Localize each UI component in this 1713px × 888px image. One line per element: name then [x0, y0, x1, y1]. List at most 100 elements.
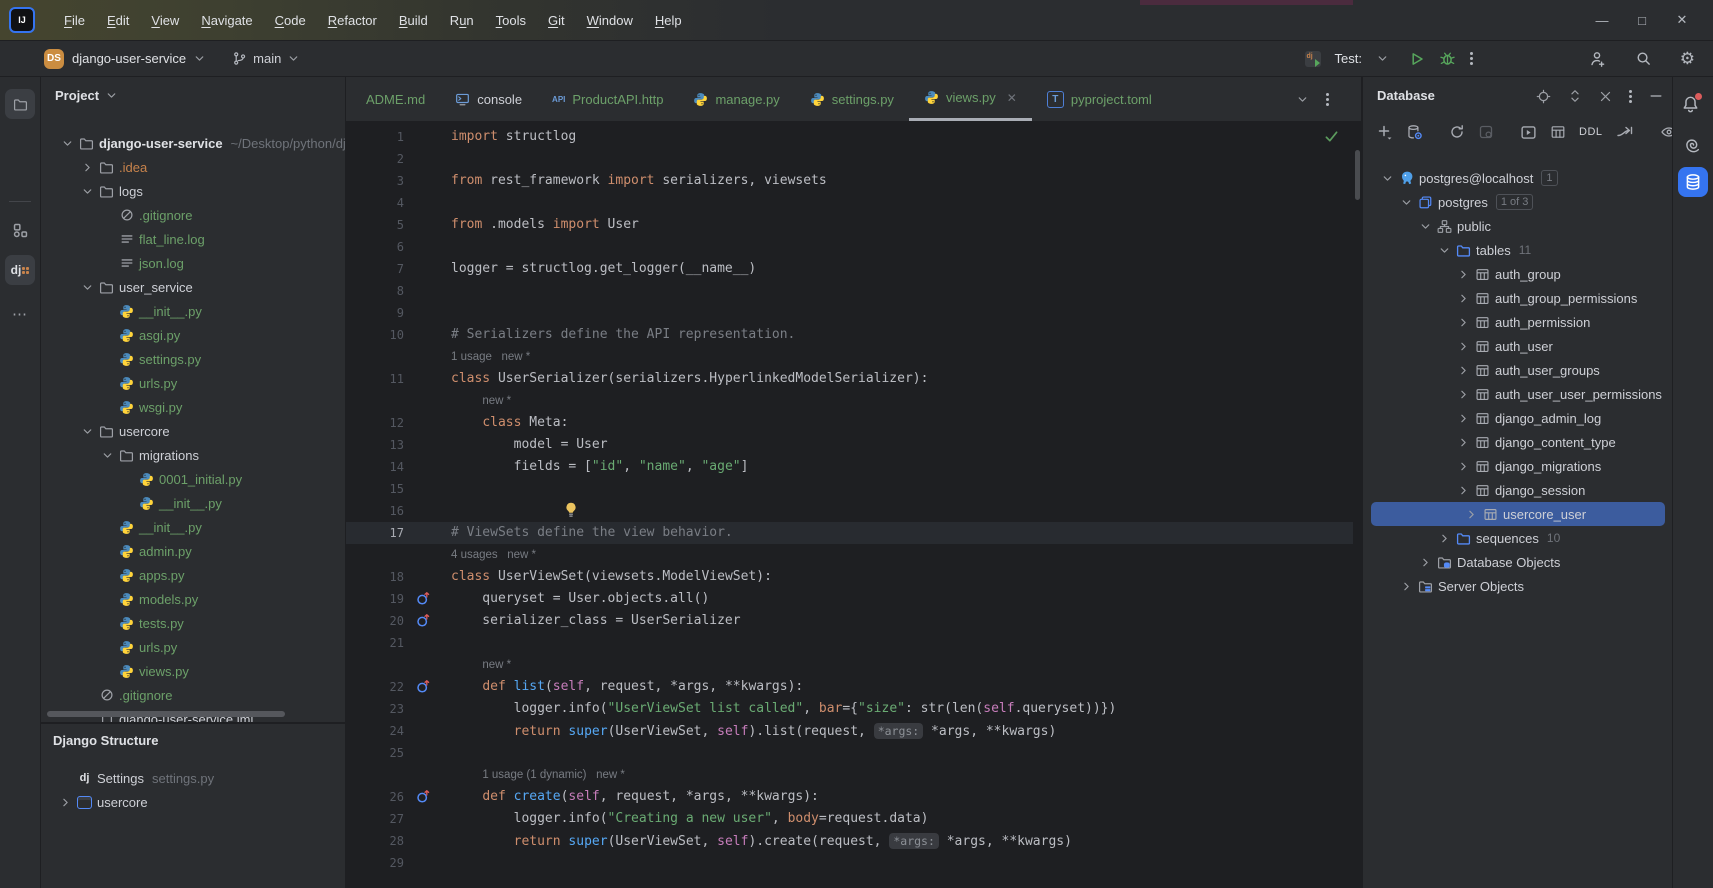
locate-icon[interactable]: [1536, 89, 1551, 104]
code-line-10[interactable]: 10 # Serializers define the API represent…: [346, 324, 1353, 346]
project-item-gitignore[interactable]: .gitignore: [41, 203, 345, 227]
code-line-6[interactable]: 6: [346, 236, 1353, 258]
tab-manage-py[interactable]: manage.py: [678, 77, 794, 121]
override-gutter-icon[interactable]: [416, 679, 430, 694]
project-item-tests-py[interactable]: tests.py: [41, 611, 345, 635]
code-line-12[interactable]: 12 class Meta:: [346, 412, 1353, 434]
menu-view[interactable]: View: [142, 10, 188, 31]
django-item-settings[interactable]: dj Settings settings.py: [41, 766, 345, 790]
chevron-right-icon[interactable]: [1454, 484, 1473, 497]
db-item-django-content-type[interactable]: django_content_type: [1363, 430, 1673, 454]
horizontal-scrollbar[interactable]: [47, 711, 285, 717]
tab-productapi-http[interactable]: API ProductAPI.http: [537, 77, 678, 121]
project-avatar[interactable]: DS: [44, 48, 64, 69]
code-line-2[interactable]: 2: [346, 148, 1353, 170]
db-item-public[interactable]: public: [1363, 214, 1673, 238]
chevron-right-icon[interactable]: [1462, 508, 1481, 521]
usages-hint[interactable]: new *: [482, 390, 511, 412]
chevron-right-icon[interactable]: [1435, 532, 1454, 545]
chevron-right-icon[interactable]: [1454, 412, 1473, 425]
project-item-usercore[interactable]: usercore: [41, 419, 345, 443]
code-line-27[interactable]: 27 logger.info("Creating a new user", bo…: [346, 808, 1353, 830]
chevron-right-icon[interactable]: [1454, 292, 1473, 305]
menu-refactor[interactable]: Refactor: [319, 10, 386, 31]
project-panel-header[interactable]: Project: [41, 77, 345, 113]
chevron-down-icon[interactable]: [98, 449, 117, 462]
db-item-auth-user-groups[interactable]: auth_user_groups: [1363, 358, 1673, 382]
code-line-11[interactable]: 11 class UserSerializer(serializers.Hyper…: [346, 368, 1353, 390]
code-editor[interactable]: 1 import structlog 2 3 from rest_framework i…: [346, 122, 1353, 888]
window-maximize-button[interactable]: □: [1635, 13, 1649, 28]
chevron-right-icon[interactable]: [1454, 340, 1473, 353]
project-item-json-log[interactable]: json.log: [41, 251, 345, 275]
run-config-icon[interactable]: dj: [1304, 50, 1321, 67]
code-line-28[interactable]: 28 return super(UserViewSet, self).creat…: [346, 830, 1353, 852]
chevron-down-icon[interactable]: [1376, 52, 1389, 65]
menu-navigate[interactable]: Navigate: [192, 10, 261, 31]
add-user-icon[interactable]: [1589, 50, 1607, 68]
usages-hint[interactable]: 1 usage (1 dynamic) new *: [482, 764, 625, 786]
code-line-18[interactable]: 18 class UserViewSet(viewsets.ModelViewSe…: [346, 566, 1353, 588]
tab-options-icon[interactable]: [1326, 92, 1329, 106]
code-line-3[interactable]: 3 from rest_framework import serializers,…: [346, 170, 1353, 192]
project-item-migrations[interactable]: migrations: [41, 443, 345, 467]
code-line-5[interactable]: 5 from .models import User: [346, 214, 1353, 236]
run-config-name[interactable]: Test:: [1335, 51, 1362, 66]
chevron-right-icon[interactable]: [1454, 364, 1473, 377]
chevron-right-icon[interactable]: [78, 161, 97, 174]
chevron-down-icon[interactable]: [78, 281, 97, 294]
code-line-22[interactable]: 22 def list(self, request, *args, **kwar…: [346, 676, 1353, 698]
window-close-button[interactable]: ✕: [1675, 12, 1689, 28]
cancel-button[interactable]: [1478, 124, 1494, 140]
chevron-down-icon[interactable]: [1416, 220, 1435, 233]
db-item-auth-user[interactable]: auth_user: [1363, 334, 1673, 358]
menu-tools[interactable]: Tools: [487, 10, 535, 31]
db-item-postgres-localhost[interactable]: postgres@localhost 1: [1363, 166, 1673, 190]
code-line-29[interactable]: 29: [346, 852, 1353, 874]
db-item-database-objects[interactable]: Database Objects: [1363, 550, 1673, 574]
project-item-views-py[interactable]: views.py: [41, 659, 345, 683]
tab-list-chevron-icon[interactable]: [1296, 93, 1309, 106]
tab-console[interactable]: console: [440, 77, 537, 121]
project-item-settings-py[interactable]: settings.py: [41, 347, 345, 371]
project-item-apps-py[interactable]: apps.py: [41, 563, 345, 587]
chevron-right-icon[interactable]: [1454, 316, 1473, 329]
menu-code[interactable]: Code: [266, 10, 315, 31]
db-item-django-admin-log[interactable]: django_admin_log: [1363, 406, 1673, 430]
usages-hint[interactable]: 4 usages new *: [451, 544, 536, 566]
project-item-init-py[interactable]: __init__.py: [41, 491, 345, 515]
tab-settings-py[interactable]: settings.py: [795, 77, 909, 121]
data-source-properties-button[interactable]: [1406, 124, 1423, 141]
tab-pyproject-toml[interactable]: Tpyproject.toml: [1032, 77, 1167, 121]
chevron-right-icon[interactable]: [56, 796, 75, 809]
menu-git[interactable]: Git: [539, 10, 574, 31]
project-item-urls-py[interactable]: urls.py: [41, 635, 345, 659]
chevron-down-icon[interactable]: [58, 137, 77, 150]
menu-edit[interactable]: Edit: [98, 10, 138, 31]
menu-run[interactable]: Run: [441, 10, 483, 31]
more-run-options[interactable]: [1470, 52, 1473, 65]
project-item-init-py[interactable]: __init__.py: [41, 515, 345, 539]
chevron-right-icon[interactable]: [1454, 268, 1473, 281]
code-line-13[interactable]: 13 model = User: [346, 434, 1353, 456]
hide-icon[interactable]: [1649, 89, 1663, 103]
project-item-flat-line-log[interactable]: flat_line.log: [41, 227, 345, 251]
db-item-auth-group[interactable]: auth_group: [1363, 262, 1673, 286]
code-line-21[interactable]: 21: [346, 632, 1353, 654]
code-line-1[interactable]: 1 import structlog: [346, 126, 1353, 148]
code-line-20[interactable]: 20 serializer_class = UserSerializer: [346, 610, 1353, 632]
project-item-0001-initial-py[interactable]: 0001_initial.py: [41, 467, 345, 491]
code-line-19[interactable]: 19 queryset = User.objects.all(): [346, 588, 1353, 610]
code-line-25[interactable]: 25: [346, 742, 1353, 764]
project-item-gitignore[interactable]: .gitignore: [41, 683, 345, 707]
project-item-idea[interactable]: .idea: [41, 155, 345, 179]
expand-icon[interactable]: [1568, 89, 1582, 103]
project-item-init-py[interactable]: __init__.py: [41, 299, 345, 323]
code-line-26[interactable]: 26 def create(self, request, *args, **kw…: [346, 786, 1353, 808]
menu-help[interactable]: Help: [646, 10, 691, 31]
chevron-right-icon[interactable]: [1397, 580, 1416, 593]
project-item-user-service[interactable]: user_service: [41, 275, 345, 299]
open-table-button[interactable]: [1550, 124, 1566, 140]
django-structure-header[interactable]: Django Structure: [41, 724, 345, 756]
project-tool-button[interactable]: [5, 89, 35, 119]
